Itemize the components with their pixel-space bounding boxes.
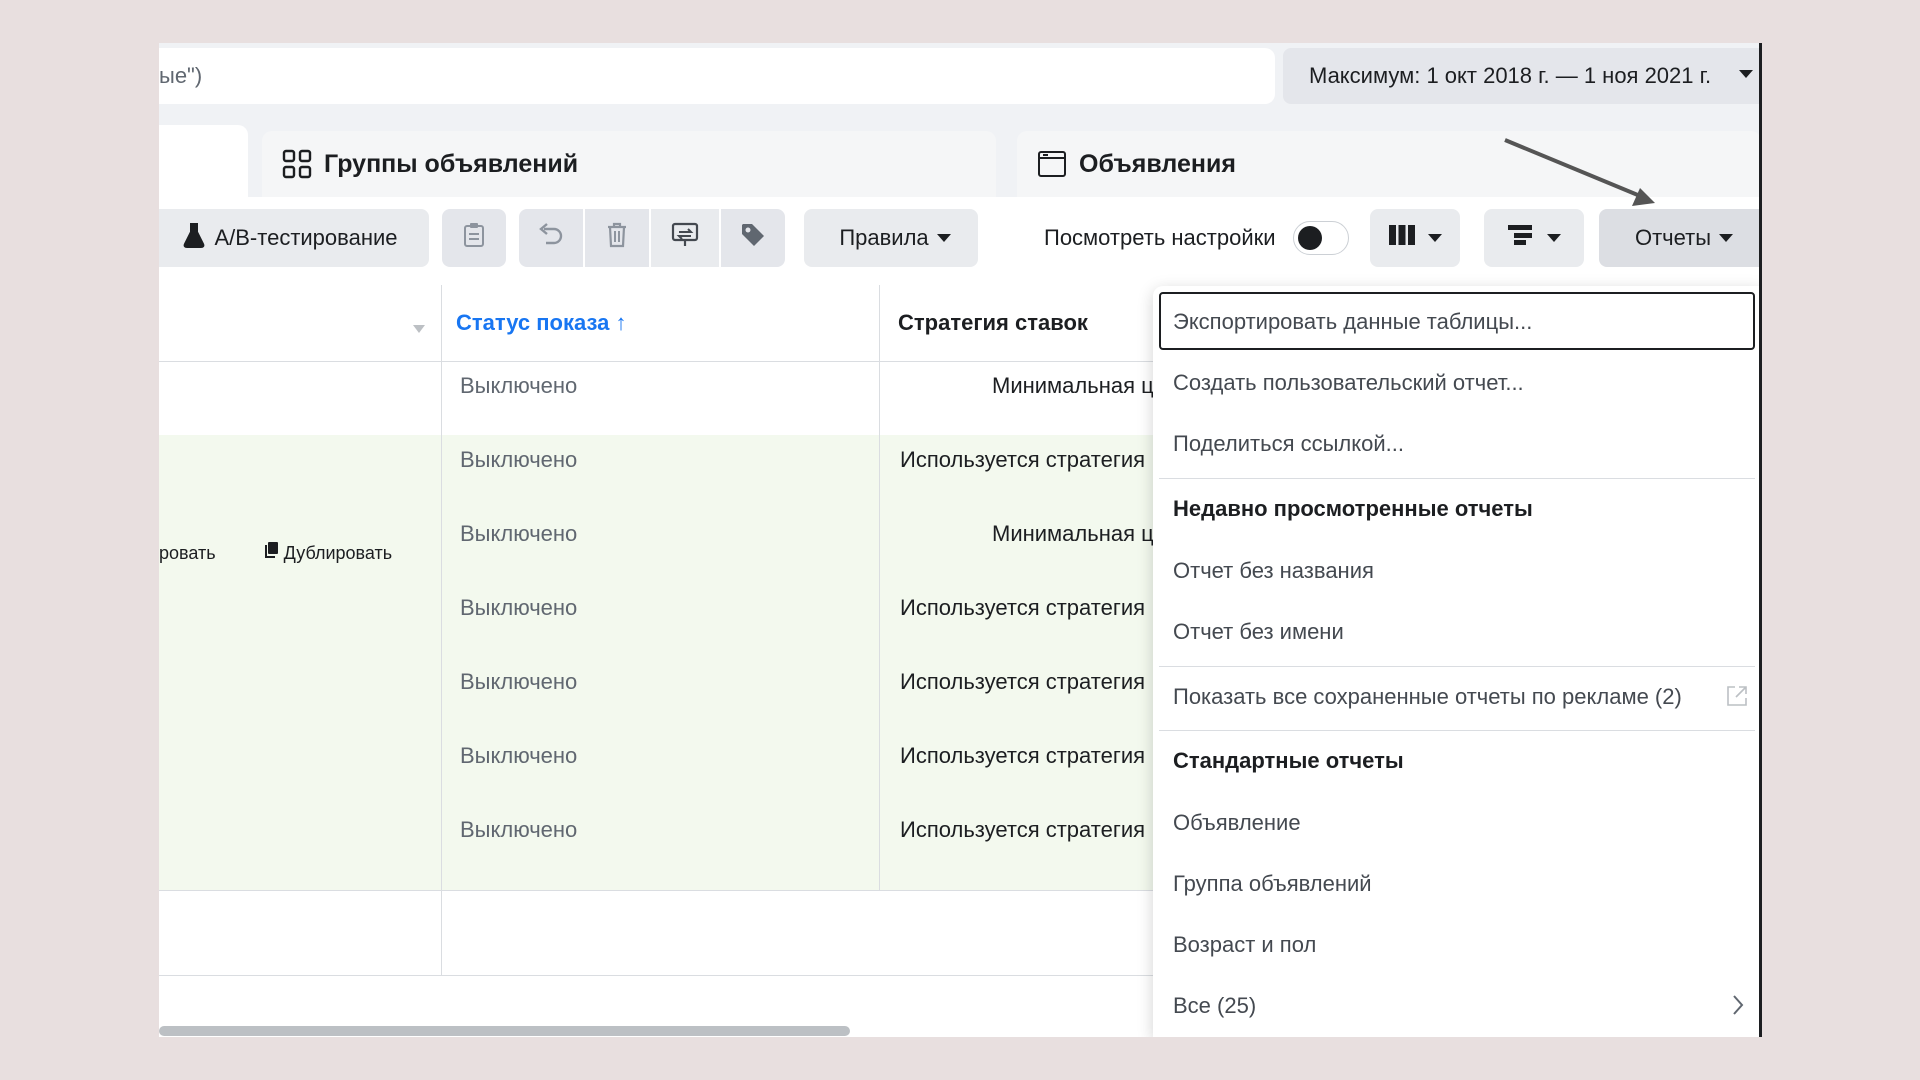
menu-item-standard-report[interactable]: Объявление xyxy=(1173,810,1301,836)
strategy-cell: Минимальная ц xyxy=(992,521,1154,546)
status-cell: Выключено xyxy=(460,595,578,620)
menu-header-standard: Стандартные отчеты xyxy=(1173,748,1404,773)
status-cell: Выключено xyxy=(460,743,578,768)
strategy-cell: Используется стратегия xyxy=(900,817,1146,842)
clipboard-button[interactable] xyxy=(442,209,506,267)
reports-menu: Экспортировать данные таблицы... Создать… xyxy=(1153,286,1761,1037)
toggle-knob xyxy=(1298,226,1322,250)
menu-item-standard-report[interactable]: Возраст и пол xyxy=(1173,932,1316,958)
compare-button[interactable] xyxy=(651,209,719,267)
horizontal-scrollbar[interactable] xyxy=(159,1026,850,1036)
edit-link[interactable]: ровать xyxy=(159,543,216,563)
strategy-header-label: Стратегия ставок xyxy=(898,310,1088,335)
strategy-cell: Используется стратегия xyxy=(900,595,1146,620)
columns-icon xyxy=(1388,224,1416,252)
tab-ad-sets-label: Группы объявлений xyxy=(324,149,579,178)
strategy-cell: Используется стратегия xyxy=(900,743,1146,768)
row-actions: ровать Дублировать xyxy=(159,541,392,564)
ab-test-button[interactable]: А/В-тестирование xyxy=(159,209,429,267)
undo-icon xyxy=(538,223,564,253)
chevron-down-icon xyxy=(1428,234,1442,242)
menu-separator xyxy=(1159,730,1755,731)
table-divider xyxy=(159,975,1153,976)
reports-label: Отчеты xyxy=(1634,225,1712,250)
status-cell: Выключено xyxy=(460,373,578,398)
menu-item-recent-report[interactable]: Отчет без названия xyxy=(1173,558,1374,584)
delete-button[interactable] xyxy=(585,209,649,267)
trash-icon xyxy=(606,222,628,254)
compare-icon xyxy=(671,222,699,254)
status-cell: Выключено xyxy=(460,817,578,842)
menu-item-create-custom[interactable]: Создать пользовательский отчет... xyxy=(1173,370,1524,396)
ads-manager-window: ые") Максимум: 1 окт 2018 г. — 1 ноя 202… xyxy=(159,43,1761,1037)
menu-separator xyxy=(1159,478,1755,479)
ad-window-icon xyxy=(1037,149,1067,179)
menu-item-share-link[interactable]: Поделиться ссылкой... xyxy=(1173,431,1404,457)
column-header-status[interactable]: Статус показа ↑ xyxy=(456,285,627,361)
grid-icon xyxy=(282,149,312,179)
chevron-down-icon[interactable] xyxy=(413,320,425,338)
menu-item-show-all-saved[interactable]: Показать все сохраненные отчеты по рекла… xyxy=(1173,684,1682,710)
status-cell: Выключено xyxy=(460,521,578,546)
strategy-cell: Используется стратегия xyxy=(900,447,1146,472)
column-header-bid-strategy[interactable]: Стратегия ставок xyxy=(898,285,1088,361)
status-cell: Выключено xyxy=(460,447,578,472)
menu-item-export[interactable]: Экспортировать данные таблицы... xyxy=(1173,309,1532,335)
copy-icon xyxy=(263,542,284,563)
column-divider xyxy=(441,285,442,975)
tab-ad-sets[interactable]: Группы объявлений xyxy=(262,131,996,197)
strategy-cell: Используется стратегия xyxy=(900,669,1146,694)
flask-icon xyxy=(182,222,206,254)
breakdown-icon xyxy=(1507,224,1533,252)
menu-item-recent-report[interactable]: Отчет без имени xyxy=(1173,619,1344,645)
strategy-cell: Минимальная ц xyxy=(992,373,1154,398)
status-header-label: Статус показа ↑ xyxy=(456,310,627,335)
status-cell: Выключено xyxy=(460,669,578,694)
view-settings-label: Посмотреть настройки xyxy=(1044,225,1276,250)
menu-item-standard-report[interactable]: Группа объявлений xyxy=(1173,871,1372,897)
breakdown-dropdown[interactable] xyxy=(1484,209,1584,267)
date-range-label: Максимум: 1 окт 2018 г. — 1 ноя 2021 г. xyxy=(1309,63,1712,88)
menu-separator xyxy=(1159,666,1755,667)
rules-label: Правила xyxy=(839,225,929,250)
undo-button[interactable] xyxy=(519,209,583,267)
date-range-picker[interactable]: Максимум: 1 окт 2018 г. — 1 ноя 2021 г. xyxy=(1283,48,1761,104)
menu-item-all-reports[interactable]: Все (25) xyxy=(1173,993,1256,1019)
chevron-right-icon xyxy=(1731,994,1745,1021)
duplicate-label: Дублировать xyxy=(283,543,393,563)
rules-dropdown[interactable]: Правила xyxy=(804,209,978,267)
chevron-down-icon xyxy=(1739,70,1753,78)
tag-button[interactable] xyxy=(721,209,785,267)
tag-icon xyxy=(740,222,766,254)
column-divider xyxy=(879,285,880,890)
menu-header-recent: Недавно просмотренные отчеты xyxy=(1173,496,1533,521)
columns-dropdown[interactable] xyxy=(1370,209,1460,267)
toolbar: А/В-тестирование Правила Посмотреть наст… xyxy=(159,197,1761,285)
chevron-down-icon xyxy=(936,234,951,242)
external-link-icon xyxy=(1725,684,1749,713)
view-settings-toggle[interactable] xyxy=(1293,221,1349,255)
window-edge xyxy=(1759,43,1762,1037)
tab-ads-label: Объявления xyxy=(1079,149,1236,178)
ab-test-label: А/В-тестирование xyxy=(214,225,398,250)
tab-ads[interactable]: Объявления xyxy=(1017,131,1761,197)
search-input[interactable]: ые") xyxy=(159,48,1275,104)
duplicate-link[interactable]: Дублировать xyxy=(263,542,393,563)
clipboard-icon xyxy=(463,222,485,254)
reports-dropdown[interactable]: Отчеты xyxy=(1599,209,1761,267)
chevron-down-icon xyxy=(1719,234,1734,242)
search-value: ые") xyxy=(159,63,203,88)
chevron-down-icon xyxy=(1547,234,1561,242)
